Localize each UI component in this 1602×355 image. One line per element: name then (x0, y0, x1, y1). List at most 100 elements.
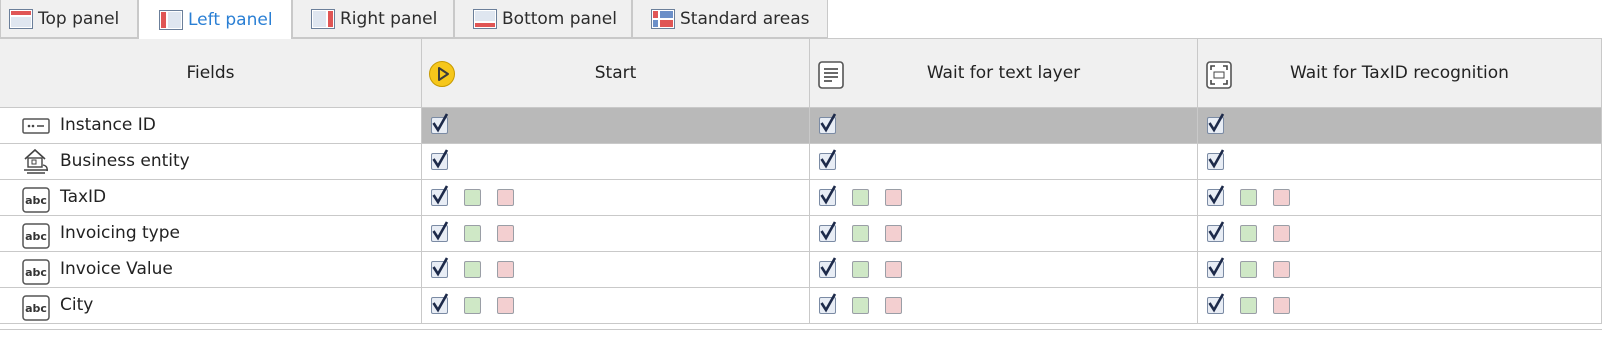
permission-boxes (1207, 221, 1290, 242)
required-checkbox[interactable] (885, 189, 902, 206)
visible-checkbox[interactable] (819, 149, 837, 170)
field-cell[interactable]: abc Invoicing type (0, 216, 422, 252)
fields-header: Fields (0, 39, 422, 108)
editable-checkbox[interactable] (1240, 189, 1257, 206)
column-header-wait-text-layer[interactable]: Wait for text layer (810, 39, 1198, 108)
editable-checkbox[interactable] (1240, 225, 1257, 242)
table-row[interactable]: abc City (0, 288, 1602, 324)
visible-checkbox[interactable] (431, 113, 449, 134)
visible-checkbox[interactable] (819, 257, 837, 278)
required-checkbox[interactable] (497, 189, 514, 206)
start-play-icon (428, 60, 456, 93)
editable-checkbox[interactable] (852, 297, 869, 314)
editable-checkbox[interactable] (852, 225, 869, 242)
permission-cell (1198, 252, 1602, 288)
tab-right-panel[interactable]: Right panel (292, 0, 454, 38)
visible-checkbox[interactable] (431, 221, 449, 242)
tab-left-panel[interactable]: Left panel (138, 0, 292, 39)
field-label: Invoicing type (60, 223, 180, 243)
permission-cell (810, 216, 1198, 252)
permissions-grid: Fields Start Wait for text layer Wait fo… (0, 39, 1602, 330)
visible-checkbox[interactable] (431, 293, 449, 314)
column-label: Start (594, 63, 637, 83)
editable-checkbox[interactable] (464, 189, 481, 206)
svg-text:abc: abc (25, 194, 47, 207)
permission-boxes (819, 185, 902, 206)
abc-text-field-icon: abc (22, 187, 50, 218)
table-row[interactable]: Business entity (0, 144, 1602, 180)
required-checkbox[interactable] (885, 297, 902, 314)
svg-text:abc: abc (25, 230, 47, 243)
visible-checkbox[interactable] (1207, 221, 1225, 242)
visible-checkbox[interactable] (431, 185, 449, 206)
visible-checkbox[interactable] (1207, 257, 1225, 278)
tab-top-panel[interactable]: Top panel (0, 0, 138, 38)
visible-checkbox[interactable] (1207, 293, 1225, 314)
tab-label: Top panel (38, 8, 120, 29)
column-header-start[interactable]: Start (422, 39, 810, 108)
visible-checkbox[interactable] (1207, 185, 1225, 206)
table-row[interactable]: Instance ID (0, 108, 1602, 144)
tab-label: Left panel (188, 9, 273, 30)
required-checkbox[interactable] (1273, 261, 1290, 278)
table-row[interactable]: abc TaxID (0, 180, 1602, 216)
tab-label: Standard areas (680, 8, 810, 29)
visible-checkbox[interactable] (819, 185, 837, 206)
permission-boxes (1207, 149, 1225, 170)
visible-checkbox[interactable] (819, 221, 837, 242)
visible-checkbox[interactable] (431, 257, 449, 278)
permission-boxes (431, 113, 449, 134)
column-label: Wait for TaxID recognition (1290, 63, 1509, 83)
table-row[interactable]: abc Invoice Value (0, 252, 1602, 288)
visible-checkbox[interactable] (1207, 113, 1225, 134)
editable-checkbox[interactable] (464, 261, 481, 278)
editable-checkbox[interactable] (852, 189, 869, 206)
permission-boxes (819, 149, 837, 170)
field-cell[interactable]: Instance ID (0, 108, 422, 144)
permission-cell (810, 108, 1198, 144)
visible-checkbox[interactable] (431, 149, 449, 170)
table-row[interactable]: abc Invoicing type (0, 216, 1602, 252)
panel-tabstrip: Top panel Left panel Right panel Bottom … (0, 0, 1602, 39)
permission-boxes (819, 293, 902, 314)
permission-boxes (431, 185, 514, 206)
abc-text-field-icon: abc (22, 223, 50, 254)
required-checkbox[interactable] (1273, 225, 1290, 242)
required-checkbox[interactable] (497, 225, 514, 242)
required-checkbox[interactable] (885, 225, 902, 242)
editable-checkbox[interactable] (1240, 261, 1257, 278)
permission-boxes (819, 257, 902, 278)
permission-cell (422, 288, 810, 324)
editable-checkbox[interactable] (852, 261, 869, 278)
permission-cell (422, 216, 810, 252)
visible-checkbox[interactable] (1207, 149, 1225, 170)
editable-checkbox[interactable] (464, 297, 481, 314)
visible-checkbox[interactable] (819, 113, 837, 134)
tab-bottom-panel[interactable]: Bottom panel (454, 0, 632, 38)
tab-standard-areas[interactable]: Standard areas (632, 0, 828, 38)
required-checkbox[interactable] (497, 297, 514, 314)
field-cell[interactable]: Business entity (0, 144, 422, 180)
required-checkbox[interactable] (1273, 189, 1290, 206)
required-checkbox[interactable] (885, 261, 902, 278)
permission-cell (1198, 288, 1602, 324)
required-checkbox[interactable] (1273, 297, 1290, 314)
permission-cell (1198, 108, 1602, 144)
permission-boxes (819, 113, 837, 134)
field-cell[interactable]: abc City (0, 288, 422, 324)
editable-checkbox[interactable] (464, 225, 481, 242)
column-header-wait-taxid[interactable]: Wait for TaxID recognition (1198, 39, 1602, 108)
visible-checkbox[interactable] (819, 293, 837, 314)
permission-cell (422, 108, 810, 144)
editable-checkbox[interactable] (1240, 297, 1257, 314)
abc-text-field-icon: abc (22, 295, 50, 326)
field-cell[interactable]: abc Invoice Value (0, 252, 422, 288)
column-label: Wait for text layer (926, 63, 1081, 83)
field-cell[interactable]: abc TaxID (0, 180, 422, 216)
tab-label: Bottom panel (502, 8, 617, 29)
permission-boxes (431, 293, 514, 314)
required-checkbox[interactable] (497, 261, 514, 278)
permission-boxes (1207, 185, 1290, 206)
right-panel-icon (311, 8, 335, 29)
field-label: Business entity (60, 151, 190, 171)
